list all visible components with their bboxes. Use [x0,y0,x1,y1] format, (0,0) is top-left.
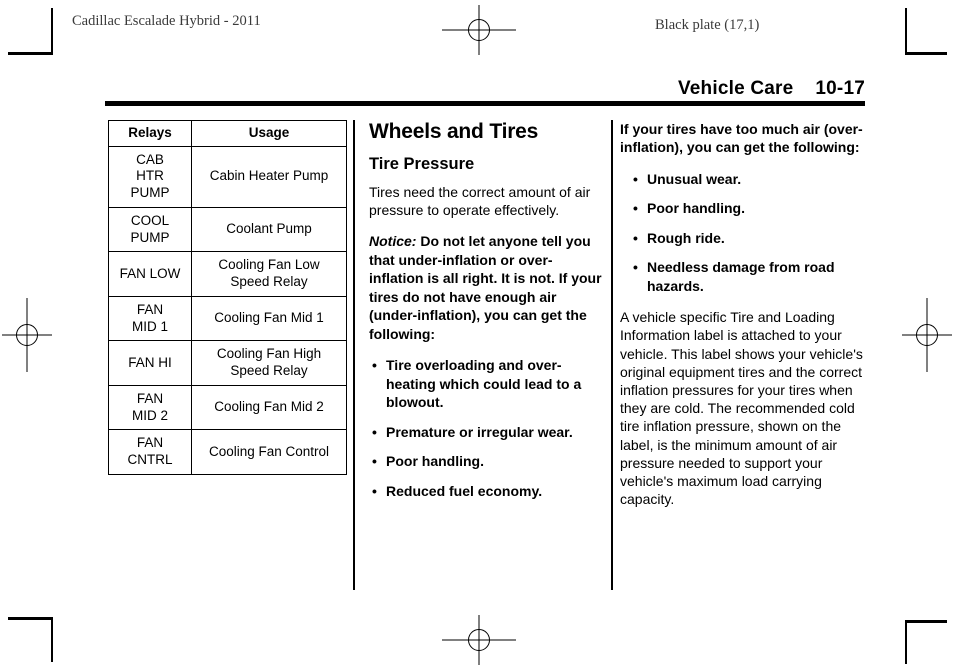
cell-relay: FAN LOW [108,251,192,297]
under-inflation-bullet-list: • Tire overloading and over-heating which… [369,356,604,500]
registration-mark-left [2,298,52,372]
bullet-icon: • [633,229,638,246]
table-row: FAN CNTRL Cooling Fan Control [108,429,347,475]
crop-mark-bottom-right-horizontal [905,620,947,623]
tire-pressure-intro-paragraph: Tires need the correct amount of air pre… [369,184,591,219]
list-item: • Rough ride. [630,229,864,247]
cell-relay: COOL PUMP [108,206,192,253]
list-item: • Premature or irregular wear. [369,423,604,441]
cell-usage: Cooling Fan Control [191,429,347,475]
crop-mark-bottom-left-vertical [51,617,53,662]
page-header: Vehicle Care 10-17 [105,78,865,100]
list-item-label: Tire overloading and over-heating which … [386,357,582,411]
table-header-row: Relays Usage [108,120,347,147]
bullet-icon: • [372,482,377,499]
column-two: Wheels and Tires Tire Pressure Tires nee… [369,120,604,512]
notice-paragraph: Notice: Do not let anyone tell you that … [369,232,604,343]
registration-mark-right [902,298,952,372]
column-divider-left [353,120,355,590]
table-row: FAN MID 1 Cooling Fan Mid 1 [108,295,347,342]
list-item-label: Needless damage from road hazards. [647,259,835,294]
list-item-label: Premature or irregular wear. [386,423,573,440]
bullet-icon: • [633,259,638,276]
list-item: • Reduced fuel economy. [369,482,604,500]
relay-usage-table: Relays Usage CAB HTR PUMP Cabin Heater Pump… [108,120,347,475]
list-item: • Unusual wear. [630,170,864,188]
running-head-right: Black plate (17,1) [655,17,760,33]
crop-mark-top-right-vertical [905,8,907,53]
list-item-label: Rough ride. [647,229,725,246]
crop-mark-bottom-right-vertical [905,622,907,664]
column-three: If your tires have too much air (over-in… [620,120,864,521]
bullet-icon: • [633,200,638,217]
list-item-label: Poor handling. [647,200,745,217]
column-divider-right [611,120,613,590]
table-row: FAN LOW Cooling Fan Low Speed Relay [108,251,347,297]
crop-mark-top-left-vertical [51,8,53,53]
cell-relay: CAB HTR PUMP [108,145,192,208]
section-title-wheels-and-tires: Wheels and Tires [369,120,539,143]
bullet-icon: • [372,357,377,374]
cell-relay: FAN CNTRL [108,429,192,475]
list-item: • Poor handling. [630,199,864,217]
cell-relay: FAN HI [108,340,192,386]
table-row: FAN MID 2 Cooling Fan Mid 2 [108,384,347,431]
page-number: 10-17 [815,78,865,99]
list-item: • Poor handling. [369,452,604,470]
registration-mark-top [442,5,516,55]
list-item: • Tire overloading and over-heating which… [369,356,604,411]
list-item-label: Unusual wear. [647,170,742,187]
table-header-usage: Usage [191,120,347,147]
over-inflation-heading: If your tires have too much air (over-in… [620,121,863,156]
cell-usage: Coolant Pump [191,206,347,253]
table-header-relays: Relays [108,120,192,147]
relay-table-body: CAB HTR PUMP Cabin Heater Pump COOL PUMP Coola… [108,145,347,475]
cell-usage: Cooling Fan Mid 1 [191,295,347,342]
tire-loading-label-paragraph: A vehicle specific Tire and Loading Info… [620,309,863,508]
list-item-label: Poor handling. [386,453,484,470]
table-row: FAN HI Cooling Fan High Speed Relay [108,340,347,386]
cell-relay: FAN MID 1 [108,295,192,342]
over-inflation-bullet-list: • Unusual wear. • Poor handling. • Rough ride… [630,170,864,295]
notice-label: Notice: [369,233,417,250]
subsection-title-tire-pressure: Tire Pressure [369,155,475,174]
page-title: Vehicle Care [677,78,794,99]
bullet-icon: • [633,170,638,187]
notice-body-text: Do not let anyone tell you that under-in… [369,233,602,342]
list-item: • Needless damage from road hazards. [630,258,864,295]
table-row: COOL PUMP Coolant Pump [108,206,347,253]
bullet-icon: • [372,423,377,440]
crop-mark-top-right-horizontal [905,52,947,55]
cell-relay: FAN MID 2 [108,384,192,431]
running-head-left: Cadillac Escalade Hybrid - 2011 [72,13,261,29]
list-item-label: Reduced fuel economy. [386,482,543,499]
table-row: CAB HTR PUMP Cabin Heater Pump [108,145,347,208]
registration-mark-bottom [442,615,516,665]
crop-mark-bottom-left-horizontal [8,617,53,620]
cell-usage: Cooling Fan Low Speed Relay [191,251,347,297]
cell-usage: Cabin Heater Pump [191,145,347,208]
cell-usage: Cooling Fan High Speed Relay [191,340,347,386]
cell-usage: Cooling Fan Mid 2 [191,384,347,431]
header-rule [105,101,865,106]
bullet-icon: • [372,453,377,470]
crop-mark-top-left-horizontal [8,52,53,55]
column-one: Relays Usage CAB HTR PUMP Cabin Heater Pump… [108,120,347,475]
